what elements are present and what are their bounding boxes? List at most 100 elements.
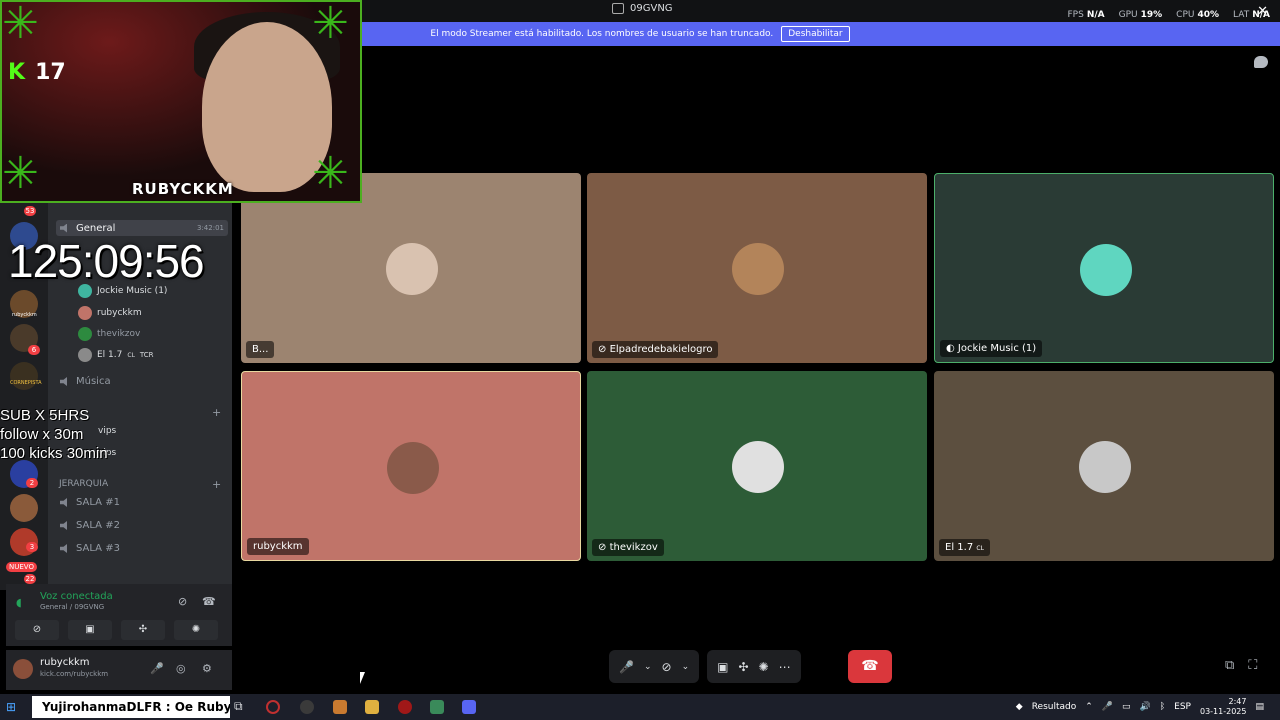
voice-channel-musica[interactable]: Música — [60, 376, 111, 387]
speaker-icon — [60, 544, 67, 553]
app-icon-obs[interactable] — [300, 700, 314, 714]
leaf-icon: ✳ — [312, 0, 349, 49]
system-tray: ◆ Resultado ⌃ 🎤 ▭ 🔊 ᛒ ESP 2:47 03-11-202… — [1016, 697, 1264, 717]
tray-label[interactable]: Resultado — [1032, 702, 1077, 712]
popout-icon[interactable]: ⧉ — [1225, 658, 1234, 673]
channel-label: SALA #2 — [76, 520, 120, 531]
camera-off-icon: ⊘ — [32, 624, 42, 635]
mention-badge: 6 — [28, 345, 40, 355]
avatar — [1080, 244, 1132, 296]
video-tile[interactable]: ⊘ Elpadredebakielogro — [587, 173, 927, 363]
speaker-icon — [60, 377, 67, 386]
category-jerarquia[interactable]: JERARQUIA — [59, 479, 108, 489]
fullscreen-icon[interactable]: ⛶ — [1248, 658, 1257, 673]
microphone-icon[interactable]: 🎤 — [150, 662, 164, 675]
video-tile[interactable]: rubyckkm — [241, 371, 581, 561]
close-icon[interactable]: ✕ — [1257, 4, 1268, 19]
video-tile[interactable]: El 1.7 CL — [934, 371, 1274, 561]
microphone-icon[interactable]: 🎤 — [619, 660, 634, 674]
tile-label: ◐ Jockie Music (1) — [940, 340, 1043, 357]
leaf-icon: ✳ — [312, 148, 349, 199]
cpu-stat: CPU 40% — [1176, 10, 1219, 20]
server-icon-6[interactable] — [10, 494, 38, 522]
screen-share-button[interactable]: ▣ — [68, 620, 112, 640]
member-thevikzov[interactable]: thevikzov — [78, 327, 140, 341]
avatar[interactable] — [13, 659, 33, 679]
tile-label-text: El 1.7 — [945, 542, 974, 553]
app-icon-discord[interactable] — [462, 700, 476, 714]
webcam-name: RUBYCKKM — [132, 180, 234, 198]
member-extra: TCR — [139, 351, 154, 359]
activity-group: ▣ ✣ ✺ ⋯ — [707, 650, 801, 683]
camera-button[interactable]: ⊘ — [15, 620, 59, 640]
clock[interactable]: 2:47 03-11-2025 — [1200, 697, 1247, 717]
add-channel-icon[interactable]: + — [212, 478, 221, 491]
noise-suppression-icon[interactable]: ⊘ — [178, 595, 187, 608]
fps-label: FPS — [1067, 10, 1084, 20]
server-label-cornerista: CORNEPISTA — [10, 380, 42, 386]
perf-stats: FPS N/A GPU 19% CPU 40% LAT N/A — [1067, 10, 1270, 20]
tile-label-text: Jockie Music (1) — [957, 343, 1037, 354]
channel-label: SALA #1 — [76, 497, 120, 508]
network-icon[interactable]: ▭ — [1122, 702, 1131, 712]
gear-icon[interactable]: ⚙ — [202, 662, 212, 675]
window-title-text: 09GVNG — [630, 3, 673, 14]
microphone-icon[interactable]: 🎤 — [1102, 702, 1113, 712]
signal-icon[interactable]: ◖ — [16, 596, 22, 609]
kick-counter: K 17 — [8, 60, 66, 85]
soundboard-button[interactable]: ✺ — [174, 620, 218, 640]
volume-icon[interactable]: 🔊 — [1140, 702, 1151, 712]
start-icon[interactable]: ⊞ — [6, 700, 16, 714]
video-tile[interactable]: ⊘ thevikzov — [587, 371, 927, 561]
video-tile[interactable]: ◐ Jockie Music (1) — [934, 173, 1274, 363]
activities-icon[interactable]: ✣ — [738, 660, 748, 674]
voice-channel-sala-3[interactable]: SALA #3 — [60, 543, 120, 554]
server-label-rubyckkm: rubyckkm — [12, 312, 37, 318]
folder-icon[interactable] — [365, 700, 379, 714]
app-icon-store[interactable] — [430, 700, 444, 714]
headphones-icon[interactable]: ◎ — [176, 662, 186, 675]
notification-icon[interactable]: ▤ — [1255, 702, 1264, 712]
channel-label: General — [76, 222, 116, 234]
avatar — [386, 243, 438, 295]
disconnect-icon[interactable]: ☎ — [202, 595, 216, 608]
soundboard-icon[interactable]: ✺ — [759, 660, 769, 674]
app-icon-editor[interactable] — [333, 700, 347, 714]
channel-label: SALA #3 — [76, 543, 120, 554]
channel-label: Música — [76, 376, 111, 387]
screen-share-icon[interactable]: ▣ — [717, 660, 728, 674]
cpu-label: CPU — [1176, 10, 1195, 20]
voice-channel-path[interactable]: General / 09GVNG — [40, 603, 104, 611]
speaker-icon — [60, 521, 67, 530]
camera-off-icon[interactable]: ⊘ — [662, 660, 672, 674]
voice-channel-sala-2[interactable]: SALA #2 — [60, 520, 120, 531]
bluetooth-icon[interactable]: ᛒ — [1160, 702, 1165, 712]
more-icon[interactable]: ⋯ — [779, 660, 791, 674]
member-name: El 1.7 — [97, 350, 123, 360]
user-status: kick.com/rubyckkm — [40, 670, 109, 678]
member-rubyckkm[interactable]: rubyckkm — [78, 306, 142, 320]
chevron-down-icon[interactable]: ⌄ — [644, 662, 652, 672]
chat-icon[interactable] — [1254, 56, 1268, 68]
activities-button[interactable]: ✣ — [121, 620, 165, 640]
task-view-icon[interactable]: ⧉ — [234, 699, 243, 714]
app-icon-opera[interactable] — [398, 700, 412, 714]
lat-label: LAT — [1233, 10, 1250, 20]
kick-count: 17 — [35, 60, 66, 85]
member-el17[interactable]: El 1.7 CL TCR — [78, 348, 154, 362]
chevron-down-icon[interactable]: ⌄ — [682, 662, 690, 672]
app-icon-tray[interactable]: ◆ — [1016, 702, 1023, 712]
app-icon-record[interactable] — [266, 700, 280, 714]
chevron-up-icon[interactable]: ⌃ — [1085, 702, 1093, 712]
disable-streamer-button[interactable]: Deshabilitar — [781, 26, 850, 42]
gpu-value: 19% — [1140, 10, 1163, 20]
voice-channel-sala-1[interactable]: SALA #1 — [60, 497, 120, 508]
view-controls: ⧉ ⛶ — [1225, 658, 1257, 673]
user-name: rubyckkm — [40, 657, 90, 668]
tile-label: rubyckkm — [247, 538, 309, 555]
add-channel-icon[interactable]: + — [212, 406, 221, 419]
hang-up-icon: ☎ — [861, 658, 879, 674]
language-indicator[interactable]: ESP — [1174, 702, 1191, 712]
kick-logo-icon: K — [8, 60, 26, 85]
hang-up-button[interactable]: ☎ — [848, 650, 892, 683]
